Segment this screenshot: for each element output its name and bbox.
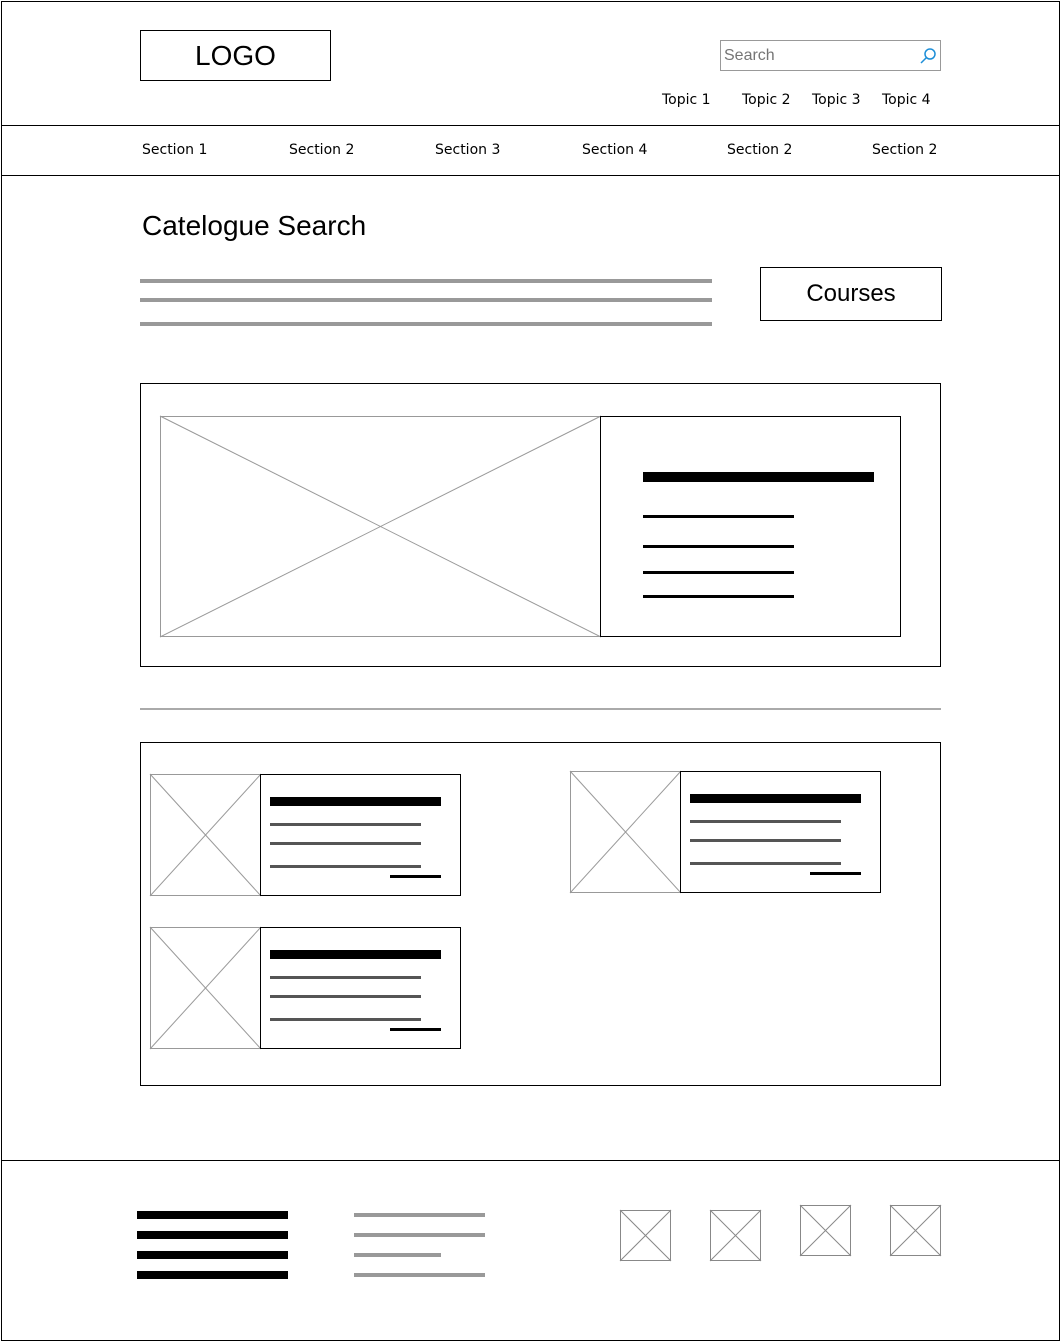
topic-link-2[interactable]: Topic 2 — [742, 92, 791, 108]
result-card-text-line — [690, 862, 841, 865]
result-card-text-line — [270, 995, 421, 998]
social-icon-placeholder[interactable] — [619, 1209, 672, 1262]
courses-button-label: Courses — [806, 280, 896, 307]
result-card-text-line — [270, 1018, 421, 1021]
featured-card-text-line — [643, 545, 794, 548]
featured-card-heading — [643, 472, 874, 482]
page-frame — [1, 1, 1060, 1341]
social-icon-placeholder[interactable] — [799, 1204, 852, 1257]
result-card-text-line — [270, 823, 421, 826]
result-card-link-line[interactable] — [390, 875, 441, 878]
result-card-text-line — [270, 976, 421, 979]
footer-divider — [1, 1160, 1060, 1161]
logo-text: LOGO — [195, 39, 276, 71]
result-card-link-line[interactable] — [810, 872, 861, 875]
footer-link-line[interactable] — [354, 1233, 485, 1237]
footer-heading-line — [137, 1251, 288, 1259]
result-card-text-line — [690, 839, 841, 842]
nav-section-3[interactable]: Section 3 — [435, 142, 500, 158]
result-image-placeholder — [149, 926, 262, 1050]
logo[interactable]: LOGO — [140, 30, 331, 81]
courses-button[interactable]: Courses — [760, 267, 942, 321]
nav-section-1[interactable]: Section 1 — [142, 142, 207, 158]
nav-section-4[interactable]: Section 4 — [582, 142, 647, 158]
topic-link-1[interactable]: Topic 1 — [662, 92, 711, 108]
result-card-text-line — [270, 865, 421, 868]
result-card-text-line — [690, 820, 841, 823]
featured-card-text-line — [643, 595, 794, 598]
search-box[interactable] — [720, 40, 941, 71]
result-image-placeholder — [569, 770, 682, 894]
result-card-heading — [690, 794, 861, 803]
topic-link-3[interactable]: Topic 3 — [812, 92, 861, 108]
nav-section-6[interactable]: Section 2 — [872, 142, 937, 158]
intro-text-line — [140, 322, 712, 326]
social-icon-placeholder[interactable] — [709, 1209, 762, 1262]
footer-link-line[interactable] — [354, 1253, 441, 1257]
featured-card[interactable] — [600, 416, 901, 637]
magnifier-icon[interactable] — [919, 47, 937, 65]
page-title: Catelogue Search — [142, 210, 367, 241]
result-card-text-line — [270, 842, 421, 845]
intro-text-line — [140, 298, 712, 302]
featured-card-text-line — [643, 515, 794, 518]
result-card-heading — [270, 950, 441, 959]
footer-heading-line — [137, 1271, 288, 1279]
featured-card-text-line — [643, 571, 794, 574]
intro-text-line — [140, 279, 712, 283]
section-divider — [140, 708, 941, 710]
footer-heading-line — [137, 1231, 288, 1239]
footer-heading-line — [137, 1211, 288, 1219]
footer-link-line[interactable] — [354, 1213, 485, 1217]
nav-section-5[interactable]: Section 2 — [727, 142, 792, 158]
nav-section-2[interactable]: Section 2 — [289, 142, 354, 158]
search-input[interactable] — [724, 44, 909, 67]
result-image-placeholder — [149, 773, 262, 897]
result-card-heading — [270, 797, 441, 806]
footer-link-line[interactable] — [354, 1273, 485, 1277]
topic-link-4[interactable]: Topic 4 — [882, 92, 931, 108]
featured-image-placeholder — [159, 415, 602, 638]
social-icon-placeholder[interactable] — [889, 1204, 942, 1257]
result-card-link-line[interactable] — [390, 1028, 441, 1031]
